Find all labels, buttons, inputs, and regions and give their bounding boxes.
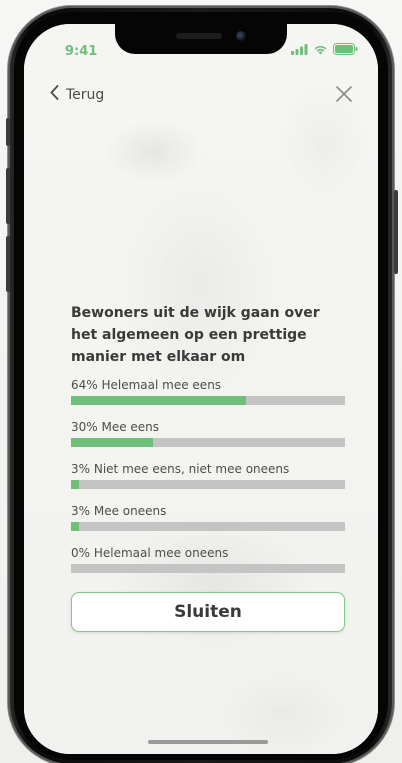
poll-option-bar-track [71, 564, 345, 573]
poll-option-label: 30% Mee eens [71, 420, 160, 434]
poll-option: 30% Mee eens [71, 420, 345, 447]
poll-option-bar-track [71, 438, 345, 447]
poll-option-bar-fill [71, 438, 154, 447]
poll-option-bar-fill [71, 480, 80, 489]
poll-options-list: 64% Helemaal mee eens 30% Mee eens 3% Niet… [71, 378, 345, 573]
volume-up-button [6, 168, 10, 224]
poll-option-bar-track [71, 522, 345, 531]
app-screen: 9:41 Terug Bewoners uit de wijk gaan ove… [24, 24, 378, 754]
status-time: 9:41 [65, 44, 98, 59]
home-indicator [148, 740, 268, 744]
sluiten-button[interactable]: Sluiten [71, 592, 345, 632]
status-icons [291, 43, 358, 55]
stage: 9:41 Terug Bewoners uit de wijk gaan ove… [0, 0, 402, 763]
poll-option-label: 64% Helemaal mee eens [71, 378, 222, 392]
close-icon[interactable] [334, 84, 354, 104]
power-button [394, 190, 398, 274]
back-label: Terug [66, 86, 105, 103]
volume-down-button [6, 236, 10, 292]
poll-option: 3% Niet mee eens, niet mee oneens [71, 462, 345, 489]
battery-icon [333, 43, 358, 55]
poll-option-label: 3% Mee oneens [71, 504, 167, 518]
poll-option-label: 3% Niet mee eens, niet mee oneens [71, 462, 290, 476]
notch [115, 24, 287, 54]
speaker-grille [176, 33, 222, 39]
poll-option: 0% Helemaal mee oneens [71, 546, 345, 573]
poll-option: 64% Helemaal mee eens [71, 378, 345, 405]
mute-switch [6, 118, 10, 146]
poll-question: Bewoners uit de wijk gaan over het algem… [71, 305, 320, 365]
poll-option-bar-fill [71, 396, 247, 405]
wifi-icon [313, 44, 328, 55]
front-camera [236, 31, 246, 41]
poll-option-bar-track [71, 480, 345, 489]
poll-option: 3% Mee oneens [71, 504, 345, 531]
chevron-left-icon [50, 85, 59, 104]
poll-option-bar-track [71, 396, 345, 405]
poll-option-bar-fill [71, 522, 80, 531]
poll-option-label: 0% Helemaal mee oneens [71, 546, 229, 560]
poll-results: Bewoners uit de wijk gaan over het algem… [71, 302, 345, 588]
signal-icon [291, 43, 308, 55]
back-button[interactable]: Terug [50, 85, 104, 104]
